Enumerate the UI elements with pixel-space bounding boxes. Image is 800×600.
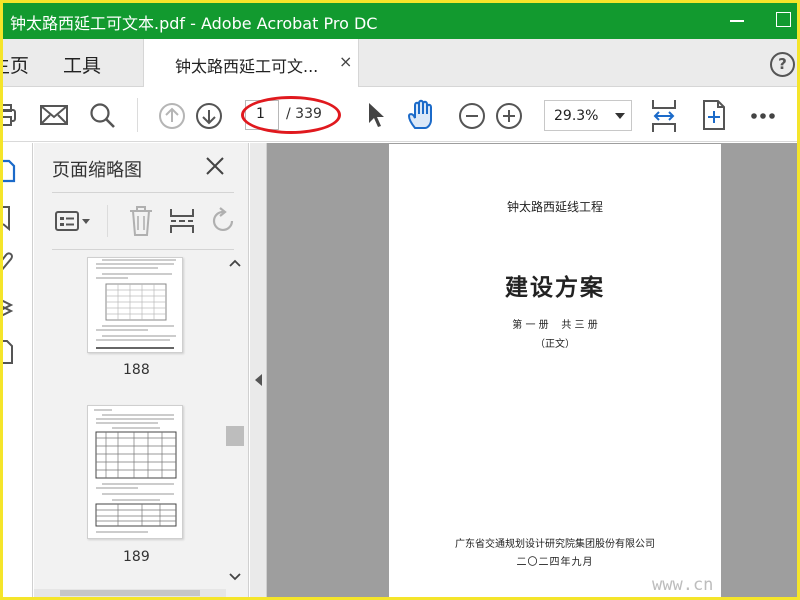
minimize-button[interactable] bbox=[730, 20, 744, 22]
thumbnail-page-189[interactable] bbox=[87, 405, 183, 539]
acrobat-window: 钟太路西延工可文本.pdf - Adobe Acrobat Pro DC 主页 … bbox=[3, 3, 797, 597]
panel-separator bbox=[107, 205, 108, 237]
thumbnail-vertical-scrollbar[interactable] bbox=[226, 255, 244, 591]
layers-icon[interactable] bbox=[3, 295, 17, 321]
red-highlight-annotation bbox=[241, 96, 341, 134]
thumbnail-preview bbox=[94, 409, 177, 533]
panel-title: 页面缩略图 bbox=[52, 160, 142, 181]
rotate-view-icon[interactable] bbox=[701, 99, 727, 131]
attachment-icon[interactable] bbox=[3, 249, 17, 275]
title-bar: 钟太路西延工可文本.pdf - Adobe Acrobat Pro DC bbox=[3, 3, 797, 39]
hand-tool-icon[interactable] bbox=[406, 99, 440, 131]
zoom-value: 29.3% bbox=[554, 108, 599, 124]
volume-info: 第 一 册 共 三 册 bbox=[512, 320, 598, 331]
thumbnail-page-number: 189 bbox=[123, 549, 150, 565]
extract-icon[interactable] bbox=[168, 207, 196, 235]
close-panel-icon[interactable] bbox=[204, 155, 226, 177]
chevron-down-icon bbox=[615, 113, 625, 119]
tab-document[interactable]: 钟太路西延工可文... × bbox=[143, 39, 359, 87]
left-navigation-strip bbox=[3, 143, 33, 597]
collapse-left-icon bbox=[255, 374, 262, 386]
main-title: 建设方案 bbox=[505, 274, 605, 301]
thumbnail-page-188[interactable] bbox=[87, 257, 183, 353]
body-note: （正文） bbox=[535, 339, 575, 350]
search-icon[interactable] bbox=[89, 102, 117, 130]
document-date: 二〇二四年九月 bbox=[516, 557, 594, 568]
more-icon[interactable] bbox=[750, 112, 776, 120]
scrollbar-thumb[interactable] bbox=[226, 426, 244, 446]
rotate-icon[interactable] bbox=[210, 207, 238, 235]
fit-width-icon[interactable] bbox=[651, 98, 677, 134]
page-thumbnails-panel: 页面缩略图 188 189 bbox=[34, 143, 249, 597]
project-name: 钟太路西延线工程 bbox=[506, 200, 603, 214]
thumbnail-options-icon[interactable] bbox=[54, 209, 94, 235]
zoom-in-icon[interactable] bbox=[495, 102, 523, 130]
document-tab-label: 钟太路西延工可文... bbox=[175, 57, 319, 76]
document-viewport[interactable]: 钟太路西延线工程 建设方案 第 一 册 共 三 册 （正文） 广东省交通规划设计… bbox=[250, 143, 797, 597]
thumbnail-horizontal-scrollbar[interactable] bbox=[34, 589, 226, 597]
watermark-text: www.cn bbox=[652, 575, 714, 595]
document-page: 钟太路西延线工程 建设方案 第 一 册 共 三 册 （正文） 广东省交通规划设计… bbox=[389, 144, 721, 597]
zoom-select[interactable]: 29.3% bbox=[544, 100, 632, 131]
chevron-up-icon[interactable] bbox=[229, 259, 241, 267]
print-icon[interactable] bbox=[3, 102, 19, 128]
page-up-icon[interactable] bbox=[158, 102, 186, 130]
panel-divider bbox=[52, 192, 234, 193]
tab-tools[interactable]: 工具 bbox=[63, 51, 101, 78]
help-icon[interactable]: ? bbox=[770, 52, 795, 77]
tab-bar: 主页 工具 钟太路西延工可文... × ? bbox=[3, 39, 797, 87]
chevron-down-icon[interactable] bbox=[229, 573, 241, 581]
delete-icon[interactable] bbox=[128, 205, 154, 237]
page-thumbnails-icon[interactable] bbox=[3, 159, 17, 183]
maximize-button[interactable] bbox=[776, 12, 791, 27]
document-icon[interactable] bbox=[3, 339, 17, 365]
panel-divider bbox=[52, 249, 234, 250]
thumbnail-preview bbox=[96, 259, 176, 349]
page-down-icon[interactable] bbox=[195, 102, 223, 130]
tab-home[interactable]: 主页 bbox=[3, 51, 29, 78]
collapse-panel-handle[interactable] bbox=[250, 143, 267, 597]
mail-icon[interactable] bbox=[39, 104, 69, 126]
window-title: 钟太路西延工可文本.pdf - Adobe Acrobat Pro DC bbox=[10, 14, 378, 33]
bookmark-icon[interactable] bbox=[3, 205, 15, 231]
toolbar: 1 / 339 29.3% bbox=[3, 88, 797, 142]
scrollbar-thumb[interactable] bbox=[60, 590, 200, 596]
zoom-out-icon[interactable] bbox=[458, 102, 486, 130]
close-tab-icon[interactable]: × bbox=[339, 52, 352, 71]
thumbnail-page-number: 188 bbox=[123, 362, 150, 378]
toolbar-separator bbox=[137, 98, 138, 132]
select-arrow-icon[interactable] bbox=[366, 101, 386, 129]
organization-name: 广东省交通规划设计研究院集团股份有限公司 bbox=[455, 539, 655, 550]
